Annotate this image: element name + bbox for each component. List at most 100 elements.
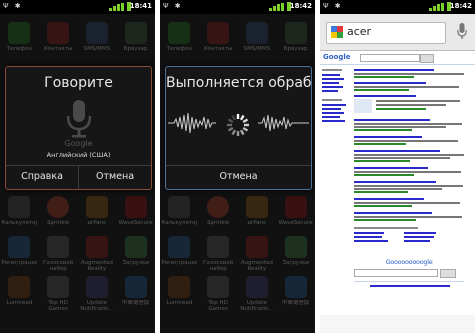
- app-browser[interactable]: Браузер: [118, 22, 154, 59]
- chunghwa-icon: [124, 276, 147, 298]
- sprinkle-icon: [207, 196, 230, 218]
- result-title[interactable]: [354, 119, 430, 121]
- footer-links[interactable]: [370, 285, 450, 287]
- app-sprinkle[interactable]: Sprinkle: [200, 196, 236, 233]
- cancel-button[interactable]: Отмена: [166, 166, 311, 189]
- status-bar: Ψ ✱ 18:42: [320, 0, 475, 14]
- app-calculator[interactable]: Калькулятор: [1, 196, 37, 233]
- bottom-search-box[interactable]: [354, 269, 438, 277]
- result-title[interactable]: [354, 136, 422, 138]
- search-input[interactable]: acer: [326, 22, 446, 44]
- app-wavesecure[interactable]: WaveSecure: [278, 196, 314, 233]
- app-update-notification[interactable]: Update Notificatio...: [239, 276, 275, 313]
- app-row: Телефон Контакты SMS/MMS Браузер: [160, 22, 315, 59]
- related-search-link[interactable]: [354, 232, 384, 234]
- app-top-hd-games[interactable]: Top HD Games: [200, 276, 236, 313]
- result-title[interactable]: [354, 69, 434, 71]
- app-label: Sprinkle: [206, 220, 230, 226]
- bottom-search-button[interactable]: [440, 269, 456, 278]
- app-row: Калькулятор Sprinkle arPanc WaveSecure: [0, 196, 155, 233]
- app-arpanc[interactable]: arPanc: [79, 196, 115, 233]
- related-search-link[interactable]: [354, 240, 388, 242]
- browser-icon: [284, 22, 307, 44]
- left-filter-column: [322, 67, 350, 312]
- app-contacts[interactable]: Контакты: [200, 22, 236, 59]
- lumiread-icon: [168, 276, 191, 298]
- app-label: Калькулятор: [1, 220, 38, 226]
- result-title[interactable]: [354, 82, 426, 84]
- dialog-button-bar: Справка Отмена: [6, 165, 151, 189]
- app-chunghwa[interactable]: 中華電信版: [278, 276, 314, 313]
- sprinkle-icon: [47, 196, 70, 218]
- app-row: Lumiread Top HD Games Update Notificatio…: [160, 276, 315, 313]
- app-row: Калькулятор Sprinkle arPanc WaveSecure: [160, 196, 315, 233]
- app-label: Калькулятор: [161, 220, 198, 226]
- app-registration[interactable]: Регистрация: [161, 236, 197, 273]
- related-search-link[interactable]: [404, 232, 436, 234]
- voice-dial-icon: [47, 236, 70, 258]
- notification-icons: Ψ ✱: [3, 2, 23, 10]
- result-url: [354, 143, 406, 145]
- result-title[interactable]: [354, 167, 428, 169]
- arpanc-icon: [85, 196, 108, 218]
- app-lumiread[interactable]: Lumiread: [1, 276, 37, 313]
- app-label: WaveSecure: [118, 220, 153, 226]
- related-search-link[interactable]: [354, 236, 382, 238]
- app-voice-dial[interactable]: Голосовой набор: [200, 236, 236, 273]
- help-button[interactable]: Справка: [6, 166, 78, 189]
- result-url: [354, 174, 414, 176]
- result-snippet: [354, 126, 446, 128]
- result-title[interactable]: [354, 95, 416, 97]
- arpanc-icon: [245, 196, 268, 218]
- google-logo: Google: [64, 139, 93, 148]
- app-label: SMS/MMS: [243, 46, 271, 52]
- app-wavesecure[interactable]: WaveSecure: [118, 196, 154, 233]
- app-label: Браузер: [123, 46, 148, 52]
- app-chunghwa[interactable]: 中華電信版: [118, 276, 154, 313]
- app-augmented-reality[interactable]: Augmented Reality: [239, 236, 275, 273]
- voice-search-icon[interactable]: [457, 23, 467, 40]
- result-title[interactable]: [354, 198, 424, 200]
- browser-icon: [124, 22, 147, 44]
- related-search-link[interactable]: [404, 236, 434, 238]
- app-augmented-reality[interactable]: Augmented Reality: [79, 236, 115, 273]
- app-sms[interactable]: SMS/MMS: [79, 22, 115, 59]
- app-label: arPanc: [87, 220, 107, 226]
- result-title[interactable]: [354, 181, 436, 183]
- app-downloads[interactable]: Загрузки: [118, 236, 154, 273]
- voice-search-dialog: Говорите Google Английский (США) Справка…: [5, 66, 152, 190]
- app-label: Sprinkle: [46, 220, 70, 226]
- app-sprinkle[interactable]: Sprinkle: [40, 196, 76, 233]
- app-phone[interactable]: Телефон: [161, 22, 197, 59]
- dialog-title: Говорите: [44, 75, 113, 91]
- page-search-button[interactable]: [420, 54, 434, 63]
- app-row: Регистрация Голосовой набор Augmented Re…: [0, 236, 155, 273]
- result-title[interactable]: [354, 212, 432, 214]
- app-label: Браузер: [283, 46, 308, 52]
- update-icon: [245, 276, 268, 298]
- app-lumiread[interactable]: Lumiread: [161, 276, 197, 313]
- related-search-link[interactable]: [404, 240, 430, 242]
- result-title[interactable]: [354, 150, 440, 152]
- app-registration[interactable]: Регистрация: [1, 236, 37, 273]
- app-update-notification[interactable]: Update Notificatio...: [79, 276, 115, 313]
- search-results-page: Google Gooooooooogle: [320, 51, 475, 333]
- app-calculator[interactable]: Калькулятор: [161, 196, 197, 233]
- app-arpanc[interactable]: arPanc: [239, 196, 275, 233]
- app-phone[interactable]: Телефон: [1, 22, 37, 59]
- page-search-box[interactable]: [360, 54, 420, 62]
- app-browser[interactable]: Браузер: [278, 22, 314, 59]
- cancel-button[interactable]: Отмена: [78, 166, 151, 189]
- app-downloads[interactable]: Загрузки: [278, 236, 314, 273]
- app-contacts[interactable]: Контакты: [40, 22, 76, 59]
- notification-icons: Ψ ✱: [163, 2, 183, 10]
- app-sms[interactable]: SMS/MMS: [239, 22, 275, 59]
- app-top-hd-games[interactable]: Top HD Games: [40, 276, 76, 313]
- signal-icon: [109, 3, 125, 11]
- results-pager[interactable]: Gooooooooogle: [354, 258, 464, 266]
- phone-screen-voice-processing: Ψ ✱ 18:42 Телефон Контакты SMS/MMS Брауз…: [160, 0, 315, 333]
- app-label: Lumiread: [166, 300, 193, 306]
- app-row: Lumiread Top HD Games Update Notificatio…: [0, 276, 155, 313]
- app-voice-dial[interactable]: Голосовой набор: [40, 236, 76, 273]
- sms-icon: [245, 22, 268, 44]
